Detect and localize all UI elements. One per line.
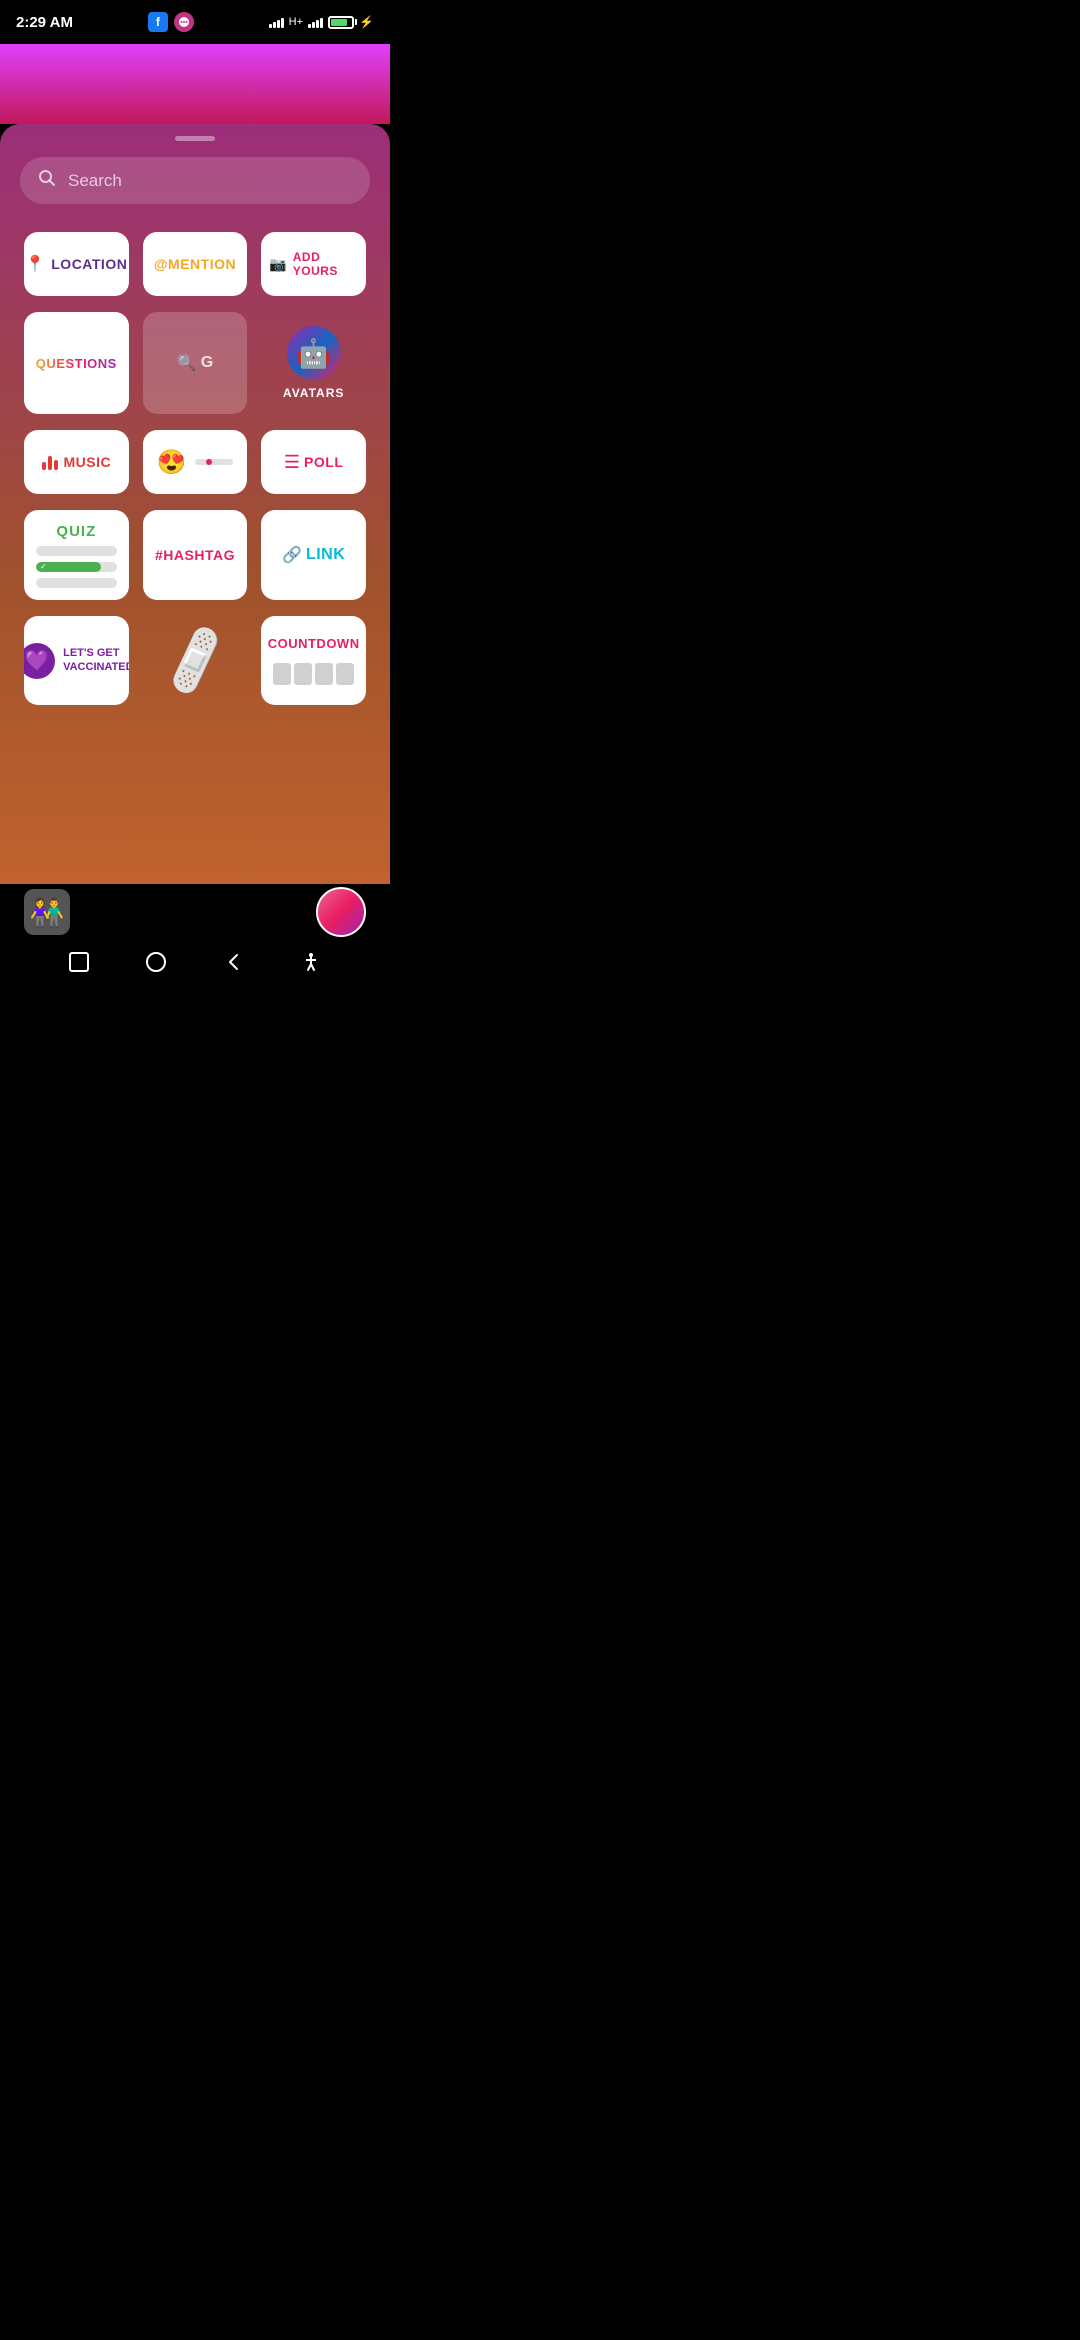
search-icon	[38, 169, 56, 192]
thumbnail-image: 👫	[30, 896, 65, 929]
sheet-handle[interactable]	[175, 136, 215, 141]
gradient-top-area	[0, 44, 390, 124]
nav-square-button[interactable]	[59, 942, 99, 982]
facebook-icon: f	[148, 12, 168, 32]
vaccine-label: LET'S GET VACCINATED	[63, 647, 129, 673]
hashtag-label: #HASHTAG	[155, 547, 235, 563]
nav-home-button[interactable]	[136, 942, 176, 982]
status-right: H+ ⚡	[269, 15, 374, 29]
signal-bars	[269, 16, 284, 28]
status-icons: f	[148, 12, 194, 32]
gif-search-icon: 🔍	[177, 353, 197, 373]
avatars-sticker[interactable]: 🤖 AVATARS	[261, 312, 366, 414]
quiz-wrap: QUIZ ✓	[36, 523, 117, 588]
add-yours-label: ADD YOURS	[293, 250, 358, 278]
vaccine-sticker[interactable]: 💜 LET'S GET VACCINATED	[24, 616, 129, 705]
avatar-face-icon: 🤖	[296, 337, 331, 370]
countdown-bars	[273, 663, 354, 685]
nav-back-button[interactable]	[214, 942, 254, 982]
poll-icon: ☰	[284, 452, 300, 473]
sticker-grid: 📍 LOCATION @MENTION 📷 ADD YOURS QUESTION…	[20, 232, 370, 705]
poll-sticker[interactable]: ☰ POLL	[261, 430, 366, 494]
nav-accessibility-button[interactable]	[291, 942, 331, 982]
add-yours-sticker[interactable]: 📷 ADD YOURS	[261, 232, 366, 296]
status-time: 2:29 AM	[16, 14, 73, 31]
vaccine-wrap: 💜 LET'S GET VACCINATED	[24, 643, 129, 679]
search-placeholder: Search	[68, 171, 122, 191]
bandaid-icon: 🩹	[154, 621, 236, 700]
lightning-icon: ⚡	[359, 15, 374, 29]
avatar-circle: 🤖	[287, 326, 341, 380]
quiz-title: QUIZ	[56, 523, 96, 540]
camera-icon: 📷	[269, 256, 286, 273]
link-label: LINK	[306, 546, 345, 564]
slider-emoji-icon: 😍	[157, 448, 187, 477]
network-type: H+	[289, 16, 303, 28]
status-bar: 2:29 AM f H+ ⚡	[0, 0, 390, 44]
emoji-slider-sticker[interactable]: 😍	[143, 430, 248, 494]
record-button[interactable]	[316, 887, 366, 937]
location-sticker[interactable]: 📍 LOCATION	[24, 232, 129, 296]
bandaid-sticker[interactable]: 🩹	[143, 616, 248, 705]
pin-icon: 📍	[25, 254, 45, 274]
hashtag-sticker[interactable]: #HASHTAG	[143, 510, 248, 600]
music-bars-icon	[42, 454, 58, 470]
slider-wrap: 😍	[151, 448, 240, 477]
questions-label: QUESTIONS	[36, 356, 117, 371]
gif-search-sticker[interactable]: 🔍 G	[143, 312, 248, 414]
location-label: LOCATION	[51, 256, 127, 272]
signal-bars-2	[308, 16, 323, 28]
vaccine-circle-icon: 💜	[24, 643, 55, 679]
recent-photo-thumbnail[interactable]: 👫	[24, 889, 70, 935]
slider-track	[195, 459, 234, 465]
poll-label: POLL	[304, 454, 343, 470]
quiz-sticker[interactable]: QUIZ ✓	[24, 510, 129, 600]
nav-bar	[0, 940, 390, 984]
link-sticker[interactable]: 🔗 LINK	[261, 510, 366, 600]
quiz-option-2: ✓	[36, 562, 117, 572]
search-bar[interactable]: Search	[20, 157, 370, 204]
quiz-option-1	[36, 546, 117, 556]
link-icon: 🔗	[282, 545, 302, 565]
mention-sticker[interactable]: @MENTION	[143, 232, 248, 296]
quiz-check-icon: ✓	[40, 562, 47, 571]
music-sticker[interactable]: MUSIC	[24, 430, 129, 494]
bottom-bar: 👫	[0, 884, 390, 940]
quiz-option-3	[36, 578, 117, 588]
music-label: MUSIC	[64, 454, 112, 470]
countdown-label: COUNTDOWN	[268, 636, 360, 651]
battery-icon	[328, 16, 354, 29]
gif-label: G	[201, 354, 213, 372]
slider-thumb	[206, 459, 212, 465]
avatars-label: AVATARS	[283, 386, 344, 400]
questions-sticker[interactable]: QUESTIONS	[24, 312, 129, 414]
sticker-picker-sheet: Search 📍 LOCATION @MENTION 📷 ADD YOURS Q…	[0, 124, 390, 884]
dots-icon	[174, 12, 194, 32]
mention-label: @MENTION	[154, 256, 236, 272]
countdown-sticker[interactable]: COUNTDOWN	[261, 616, 366, 705]
